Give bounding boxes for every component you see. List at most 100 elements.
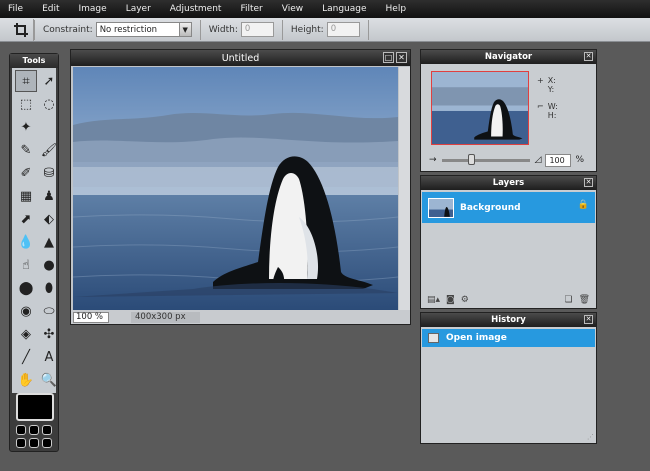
dodge-icon[interactable]: ⬮ — [38, 277, 60, 299]
lasso-icon[interactable]: ◌ — [38, 93, 60, 115]
menu-adjustment[interactable]: Adjustment — [170, 4, 222, 14]
brush-icon[interactable]: 🖌 — [38, 139, 60, 161]
layer-style-icon[interactable]: ▤▴ — [427, 295, 440, 305]
vertical-scrollbar[interactable] — [399, 67, 410, 310]
new-layer-icon[interactable]: ❏ — [564, 295, 572, 305]
marquee-icon[interactable]: ⬚ — [15, 93, 37, 115]
menu-edit[interactable]: Edit — [42, 4, 59, 14]
history-item[interactable]: Open image — [422, 329, 595, 347]
history-titlebar[interactable]: History ✕ — [421, 313, 596, 327]
menu-filter[interactable]: Filter — [240, 4, 262, 14]
menu-image[interactable]: Image — [79, 4, 107, 14]
mask-buttons — [16, 425, 54, 448]
width-input[interactable]: 0 — [240, 22, 274, 37]
gradient-icon[interactable]: ▦ — [15, 185, 37, 207]
menu-help[interactable]: Help — [386, 4, 407, 14]
image-window: Untitled □ ✕ 100 % 400x300 px — [70, 49, 411, 325]
zoom-slider[interactable] — [441, 153, 530, 165]
close-icon[interactable]: ✕ — [584, 315, 593, 324]
navigator-zoom-input[interactable]: 100 — [545, 153, 572, 167]
pinch-icon[interactable]: ✣ — [38, 323, 60, 345]
hand-icon[interactable]: ✋ — [15, 369, 37, 391]
constraint-label: Constraint: — [43, 24, 93, 35]
zoom-input[interactable]: 100 % — [73, 311, 109, 323]
h-label: H: — [547, 111, 557, 120]
zoom-row: → ◿ 100 % — [429, 153, 594, 167]
layer-settings-icon[interactable]: ⚙ — [461, 295, 469, 305]
layers-panel: Layers ✕ Background 🔒 ▤▴ ◙ ⚙ ❏ 🗑 — [420, 175, 597, 309]
chevron-down-icon: ▼ — [178, 23, 191, 36]
layer-name: Background — [460, 202, 521, 213]
zoom-out-icon[interactable]: → — [429, 155, 437, 165]
tools-title: Tools — [10, 54, 58, 68]
eraser-icon[interactable]: ✐ — [15, 162, 37, 184]
menu-bar: File Edit Image Layer Adjustment Filter … — [0, 0, 650, 18]
layer-mask-icon[interactable]: ◙ — [446, 295, 455, 305]
trash-icon[interactable]: 🗑 — [579, 295, 590, 305]
zoom-icon[interactable]: 🔍 — [38, 369, 60, 391]
move-icon[interactable]: ➚ — [38, 70, 60, 92]
height-input[interactable]: 0 — [326, 22, 360, 37]
close-icon[interactable]: ✕ — [584, 52, 593, 61]
constraint-select[interactable]: No restriction ▼ — [95, 22, 192, 37]
smudge-icon[interactable]: ☝ — [15, 254, 37, 276]
document-icon — [428, 333, 439, 343]
constraint-value: No restriction — [99, 24, 158, 35]
width-label: Width: — [208, 24, 238, 35]
wand-icon[interactable]: ✦ — [15, 116, 37, 138]
color-picker-icon[interactable]: ╱ — [15, 346, 37, 368]
red-eye-icon[interactable]: ◉ — [15, 300, 37, 322]
navigator-titlebar[interactable]: Navigator ✕ — [421, 50, 596, 64]
layer-row[interactable]: Background 🔒 — [422, 192, 595, 223]
mask-button[interactable] — [29, 425, 39, 435]
close-icon[interactable]: ✕ — [396, 52, 407, 63]
w-label: W: — [547, 102, 558, 111]
drawing-icon[interactable]: ⬖ — [38, 208, 60, 230]
zoom-unit: % — [575, 155, 585, 165]
text-icon[interactable]: A — [38, 346, 60, 368]
crop-icon[interactable]: ⌗ — [15, 70, 37, 92]
maximize-icon[interactable]: □ — [383, 52, 394, 63]
history-panel: History ✕ Open image ⋰ — [420, 312, 597, 444]
history-title: History — [491, 315, 526, 325]
pencil-icon[interactable]: ✎ — [15, 139, 37, 161]
bloat-icon[interactable]: ◈ — [15, 323, 37, 345]
menu-layer[interactable]: Layer — [126, 4, 151, 14]
menu-view[interactable]: View — [282, 4, 303, 14]
tool-slot — [38, 116, 60, 138]
image-canvas[interactable] — [73, 67, 398, 310]
color-replace-icon[interactable]: ⬈ — [15, 208, 37, 230]
zoom-slider-handle[interactable] — [467, 153, 475, 165]
mask-button[interactable] — [42, 425, 52, 435]
close-icon[interactable]: ✕ — [584, 178, 593, 187]
layers-title: Layers — [492, 178, 525, 188]
sharpen-icon[interactable]: ▲ — [38, 231, 60, 253]
crosshair-icon: + — [537, 76, 544, 85]
crop-icon — [8, 18, 34, 41]
resize-grip-icon[interactable]: ⋰ — [587, 433, 594, 441]
zoom-in-icon[interactable]: ◿ — [535, 155, 542, 165]
navigator-title: Navigator — [484, 52, 533, 62]
lock-icon: 🔒 — [577, 200, 589, 210]
y-label: Y: — [547, 85, 555, 94]
burn-icon[interactable]: ⬤ — [15, 277, 37, 299]
image-window-titlebar[interactable]: Untitled □ ✕ — [71, 50, 410, 66]
menu-file[interactable]: File — [8, 4, 23, 14]
mask-button[interactable] — [16, 425, 26, 435]
mask-button[interactable] — [16, 438, 26, 448]
navigator-thumbnail[interactable] — [431, 71, 529, 145]
navigator-info: + X: Y: ⌐ W: H: — [537, 76, 558, 120]
menu-language[interactable]: Language — [322, 4, 366, 14]
foreground-color-swatch[interactable] — [16, 393, 54, 421]
mask-button[interactable] — [42, 438, 52, 448]
mask-button[interactable] — [29, 438, 39, 448]
x-label: X: — [547, 76, 556, 85]
bucket-icon[interactable]: ⛁ — [38, 162, 60, 184]
blur-icon[interactable]: 💧 — [15, 231, 37, 253]
spot-heal-icon[interactable]: ⬭ — [38, 300, 60, 322]
layers-footer: ▤▴ ◙ ⚙ ❏ 🗑 — [421, 292, 596, 308]
layer-thumbnail — [428, 197, 454, 218]
sponge-icon[interactable]: ● — [38, 254, 60, 276]
clone-stamp-icon[interactable]: ♟ — [38, 185, 60, 207]
layers-titlebar[interactable]: Layers ✕ — [421, 176, 596, 190]
